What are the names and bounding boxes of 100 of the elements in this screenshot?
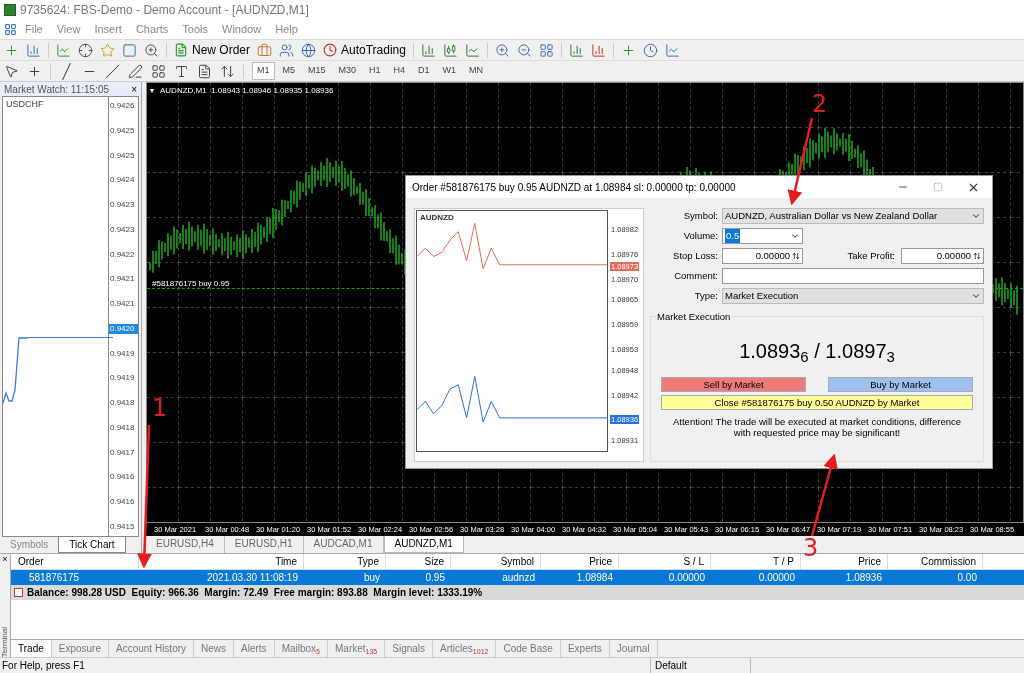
cursor-icon[interactable]	[4, 63, 19, 79]
table-cell-text: buy	[362, 571, 381, 585]
table-cell-text: audnzd	[501, 571, 536, 585]
crosshair-icon[interactable]	[27, 63, 42, 79]
panel-tab[interactable]: Tick Chart	[58, 537, 126, 553]
stop-loss-spinbox[interactable]: 0.00000	[722, 248, 803, 264]
table-cell-text: 1.08936	[844, 571, 883, 585]
timeframe-button[interactable]: M30	[333, 62, 362, 80]
tab-label: Mailbox	[281, 642, 317, 656]
tab-label: News	[201, 642, 227, 656]
field-label: Type:	[693, 288, 718, 303]
field-label: Comment:	[673, 268, 718, 283]
symbol-label: USDCHF	[6, 98, 44, 111]
chart-tab[interactable]: AUDNZD,M1	[383, 536, 464, 553]
new-order-icon	[174, 43, 188, 57]
attention-text: Attention! The trade will be executed at market conditions, difference with requested price may be significant!	[672, 416, 962, 438]
spinner-icon[interactable]	[973, 251, 981, 261]
line-chart-icon[interactable]	[464, 42, 480, 58]
sell-button[interactable]: Sell by Market	[661, 377, 806, 392]
type-dropdown[interactable]: Market Execution	[722, 288, 984, 304]
volume-combobox[interactable]: 0.5	[722, 228, 803, 244]
field-label: Stop Loss:	[672, 248, 718, 263]
timeframe-button[interactable]: W1	[437, 62, 462, 80]
price-label: 0.9423	[109, 224, 136, 235]
tab-label: Alerts	[241, 642, 267, 656]
close-order-button[interactable]: Close #581876175 buy 0.50 AUDNZD by Market	[661, 395, 973, 410]
table-cell-text: 0.00000	[757, 571, 796, 585]
timeframe-button[interactable]: MN	[464, 62, 489, 80]
zoom-out-icon[interactable]	[516, 42, 532, 58]
comment-field[interactable]	[722, 268, 984, 284]
timeframe-button[interactable]: H4	[388, 62, 411, 80]
arrows-icon[interactable]	[220, 63, 235, 79]
spinner-icon[interactable]	[792, 251, 800, 261]
account-summary: Balance: 998.28 USD Equity: 966.36 Margin: 72.49 Free margin: 893.88 Margin level: 1333.19%	[27, 586, 483, 600]
price-label: 0.9424	[109, 175, 136, 186]
price-label: 0.9423	[109, 200, 136, 210]
price-label: 0.9419	[109, 373, 136, 384]
tab-label: Journal	[616, 642, 650, 656]
take-profit-spinbox[interactable]: 0.00000	[901, 248, 984, 264]
field-label: Volume:	[682, 228, 718, 243]
autotrading-button[interactable]: AutoTrading	[323, 41, 406, 59]
table-cell-text: 581876175	[28, 571, 81, 585]
price-label: 0.9415	[109, 521, 136, 532]
close-button[interactable]: ×	[131, 81, 137, 97]
chevron-down-icon	[971, 291, 981, 301]
table-cell-text: 0.95	[424, 571, 446, 585]
symbol-dropdown[interactable]: AUDNZD, Australian Dollar vs New Zealand Dollar	[722, 208, 984, 224]
tab-label: Exposure	[58, 642, 101, 656]
window-title: 9735624: FBS-Demo - Demo Account - [AUDNZD,M1]	[20, 2, 309, 19]
price-label: 0.9425	[109, 150, 136, 161]
globe-icon[interactable]	[301, 42, 316, 58]
price-label: 0.9426	[109, 101, 136, 111]
text-icon[interactable]	[174, 63, 189, 79]
briefcase-icon[interactable]	[257, 42, 272, 58]
menu-item[interactable]: View	[50, 21, 87, 38]
bar-chart-icon[interactable]	[420, 42, 436, 58]
table-cell-text: 0.00000	[667, 571, 706, 585]
timeframe-button[interactable]: D1	[413, 62, 435, 80]
price-label: 0.9425	[109, 125, 136, 136]
tab-label: Market	[335, 642, 366, 656]
order-row[interactable]: 581876175 2021.03.30 11:08:19 buy 0.95 audnzd 1.08984 0.00000 0.00000 1.08936 0.00	[11, 570, 1024, 585]
menu-item[interactable]: Insert	[88, 21, 128, 38]
price-label: 0.9416	[109, 472, 136, 483]
users-icon[interactable]	[279, 42, 294, 58]
new-order-button[interactable]: New Order	[174, 41, 250, 59]
timeframe-button[interactable]: M15	[303, 62, 331, 80]
tab-label: Articles	[440, 642, 473, 656]
field-label: Take Profit:	[847, 248, 895, 263]
timeframe-button[interactable]: M5	[277, 62, 301, 80]
account-icon	[14, 588, 23, 597]
annotation-number: 1	[152, 398, 168, 418]
menu-item[interactable]: Window	[216, 21, 268, 38]
panel-title: Market Watch: 11:15:05	[4, 82, 110, 97]
new-chart-icon[interactable]	[4, 42, 19, 58]
dropdown-marker[interactable]: ▾	[150, 85, 154, 97]
tile-windows-icon[interactable]	[538, 42, 554, 58]
menu-item[interactable]: File	[19, 21, 49, 38]
menu-item[interactable]: Tools	[176, 21, 214, 38]
price-label: 0.9416	[109, 497, 136, 507]
table-cell-text: 0.00	[956, 571, 978, 585]
price-label: 0.9418	[109, 398, 136, 408]
status-text: For Help, press F1	[1, 659, 86, 673]
menu-item[interactable]: Help	[269, 21, 304, 38]
timeframe-button[interactable]: H1	[364, 62, 386, 80]
price-quote: 1.0893$_{6}$ / 1.0897$_{3}$	[739, 339, 895, 363]
timeframe-button[interactable]: M1	[252, 62, 275, 80]
chevron-down-icon	[790, 231, 800, 241]
annotation-number: 2	[812, 94, 828, 114]
profile-status: Default	[650, 658, 750, 673]
menu-item[interactable]: Charts	[129, 21, 175, 38]
close-button[interactable]: ×	[2, 554, 8, 564]
buy-button[interactable]: Buy by Market	[828, 377, 973, 392]
terminal-tab[interactable]: Trade	[11, 640, 52, 657]
chevron-down-icon	[971, 211, 981, 221]
field-label: Symbol:	[682, 208, 718, 223]
candlestick-icon[interactable]	[442, 42, 458, 58]
trendline-icon[interactable]	[105, 63, 120, 79]
zoom-in-icon[interactable]	[494, 42, 510, 58]
price-label: 0.9417	[109, 447, 136, 458]
app-menu-icon[interactable]	[4, 23, 17, 36]
